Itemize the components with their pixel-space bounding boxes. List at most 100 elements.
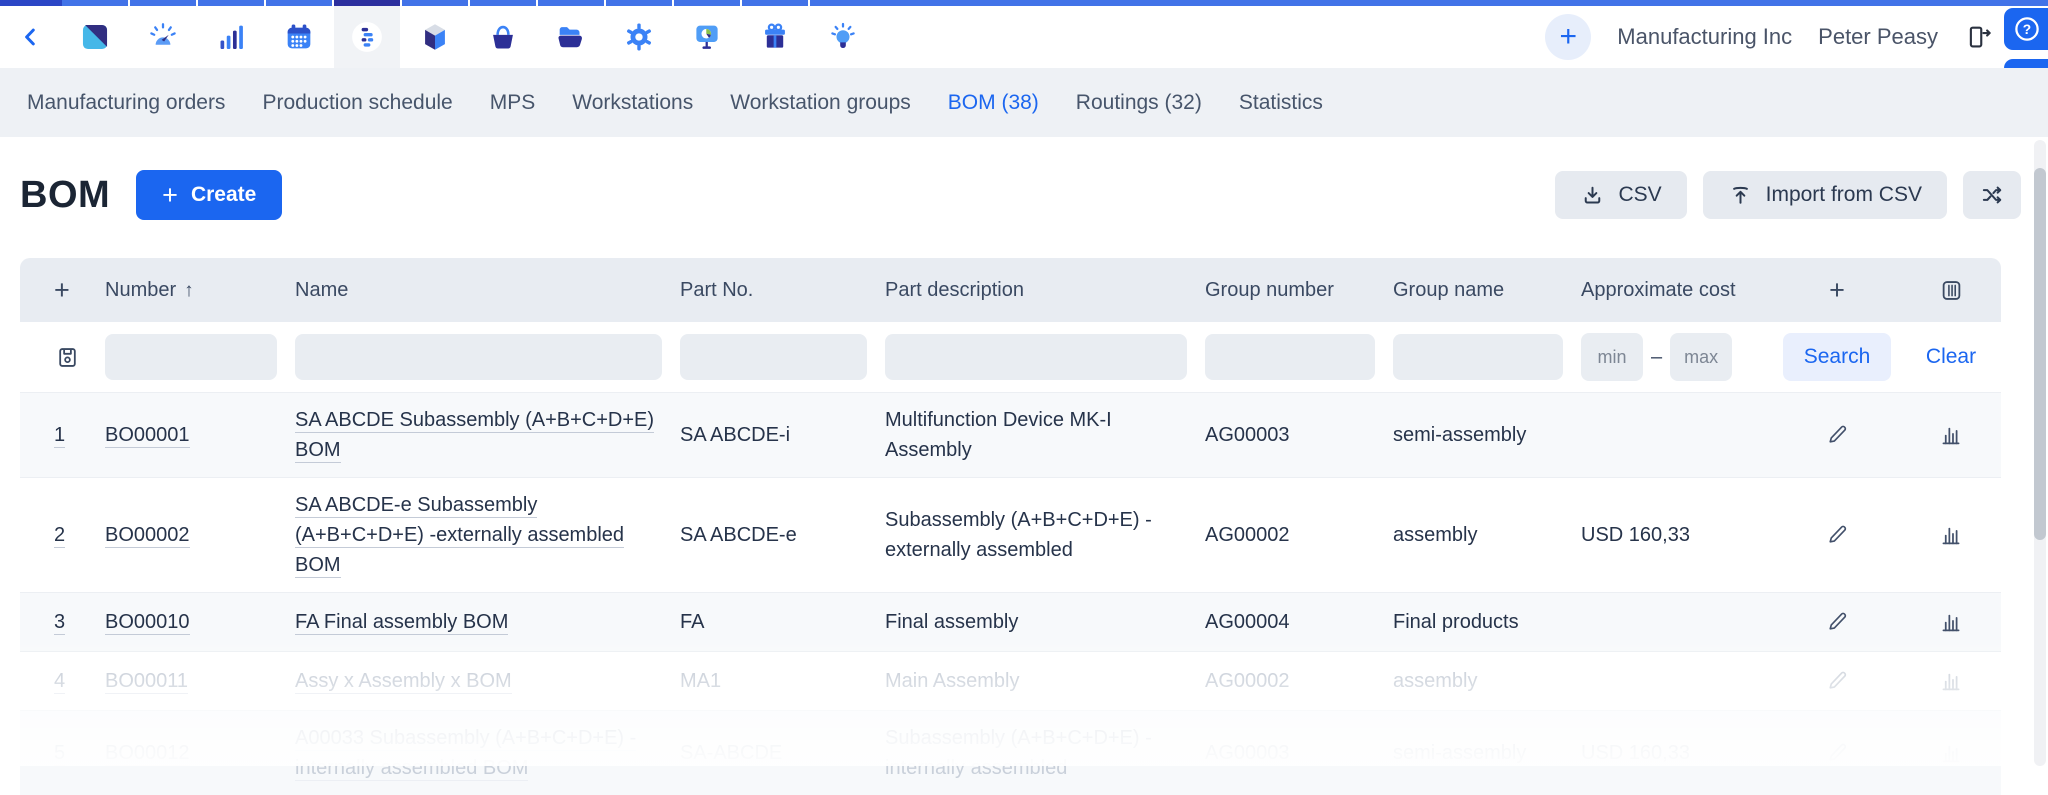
bom-number-link[interactable]: BO00001 [105, 424, 190, 448]
user-name[interactable]: Peter Peasy [1818, 24, 1938, 50]
shuffle-button[interactable] [1963, 171, 2021, 219]
chevron-left-icon [16, 22, 46, 52]
search-button[interactable]: Search [1783, 333, 1891, 381]
floppy-disk-icon [54, 344, 81, 371]
header-group-number[interactable]: Group number [1205, 279, 1393, 302]
header-approximate-cost[interactable]: Approximate cost [1581, 279, 1773, 302]
app-tab-procurement-basket[interactable] [470, 0, 536, 68]
nav-item-manufacturing-orders[interactable]: Manufacturing orders [27, 91, 225, 115]
save-filter-button[interactable] [54, 344, 81, 371]
csv-export-button[interactable]: CSV [1555, 171, 1687, 219]
app-tab-calendar[interactable] [266, 0, 332, 68]
edit-button[interactable] [1823, 739, 1851, 767]
bom-number-link[interactable]: BO00010 [105, 611, 190, 635]
clear-link[interactable]: Clear [1926, 345, 1976, 369]
part-no-cell: SA ABCDE-e [680, 524, 797, 546]
cost-min-input[interactable] [1581, 333, 1643, 381]
app-tab-demo-presentation[interactable] [674, 0, 740, 68]
stock-cube-icon [418, 20, 452, 54]
row-number-link[interactable]: 4 [54, 670, 66, 694]
app-tab-statistics-bars[interactable] [198, 0, 264, 68]
app-tab-app-logo[interactable] [62, 0, 128, 68]
bom-name-link[interactable]: SA ABCDE-e Subassembly (A+B+C+D+E) -exte… [295, 494, 625, 578]
filter-number-input[interactable] [105, 334, 277, 380]
stats-button[interactable] [1937, 739, 1965, 767]
row-number-link[interactable]: 1 [54, 424, 66, 448]
app-bar: + Manufacturing Inc Peter Peasy ? [0, 0, 2048, 101]
stats-button[interactable] [1937, 608, 1965, 636]
row-number-link[interactable]: 5 [54, 742, 66, 766]
create-button[interactable]: + Create [136, 170, 283, 220]
bom-number-link[interactable]: BO00012 [105, 742, 190, 766]
app-tab-settings-gear[interactable] [606, 0, 672, 68]
back-button[interactable] [0, 0, 62, 68]
filter-group-name-input[interactable] [1393, 334, 1563, 380]
nav-item-bom-38[interactable]: BOM (38) [948, 91, 1039, 115]
part-no-cell: SA ABCDE-i [680, 424, 791, 446]
group-name-cell: assembly [1393, 670, 1478, 692]
cost-max-input[interactable] [1670, 333, 1733, 381]
stats-button[interactable] [1937, 421, 1965, 449]
bom-number-link[interactable]: BO00011 [105, 670, 189, 694]
production-gantt-icon [350, 20, 384, 54]
part-description-cell: Multifunction Device MK-I Assembly [885, 409, 1112, 461]
edit-button[interactable] [1823, 421, 1851, 449]
header-name[interactable]: Name [295, 279, 680, 302]
app-tab-documents-folder[interactable] [538, 0, 604, 68]
edit-button[interactable] [1823, 521, 1851, 549]
app-tab-dashboard-gauge[interactable] [130, 0, 196, 68]
pencil-icon [1823, 421, 1851, 449]
header-part-description[interactable]: Part description [885, 279, 1205, 302]
download-icon [1580, 183, 1605, 208]
edit-button[interactable] [1823, 608, 1851, 636]
company-name[interactable]: Manufacturing Inc [1617, 24, 1792, 50]
row-number-link[interactable]: 2 [54, 524, 66, 548]
bom-name-link[interactable]: FA Final assembly BOM [295, 611, 509, 635]
nav-item-production-schedule[interactable]: Production schedule [262, 91, 452, 115]
header-part-no[interactable]: Part No. [680, 279, 885, 302]
stats-button[interactable] [1937, 667, 1965, 695]
svg-text:?: ? [2023, 22, 2031, 37]
help-button[interactable]: ? [2004, 8, 2048, 50]
app-tab-tips-lightbulb[interactable] [810, 0, 876, 68]
filter-part-no-input[interactable] [680, 334, 867, 380]
bom-number-link[interactable]: BO00002 [105, 524, 190, 548]
app-tab-stock-cube[interactable] [402, 0, 468, 68]
module-nav: Manufacturing orders Production schedule M… [0, 68, 2048, 137]
dashboard-gauge-icon [146, 20, 180, 54]
filter-name-input[interactable] [295, 334, 662, 380]
bom-name-link[interactable]: A00033 Subassembly (A+B+C+D+E) -internal… [295, 727, 637, 781]
app-tab-rewards-gift[interactable] [742, 0, 808, 68]
stats-button[interactable] [1937, 521, 1965, 549]
add-button[interactable]: + [1545, 14, 1592, 60]
app-tab-production-gantt[interactable] [334, 0, 400, 68]
bom-name-link[interactable]: SA ABCDE Subassembly (A+B+C+D+E) BOM [295, 409, 655, 463]
nav-item-statistics[interactable]: Statistics [1239, 91, 1323, 115]
group-number-cell: AG00004 [1205, 611, 1290, 633]
nav-item-workstation-groups[interactable]: Workstation groups [730, 91, 911, 115]
approximate-cost-cell [1581, 610, 1773, 634]
vertical-scrollbar-thumb[interactable] [2034, 168, 2046, 540]
columns-button[interactable] [1938, 277, 1965, 304]
header-group-name[interactable]: Group name [1393, 279, 1581, 302]
part-no-cell: SA-ABCDE [680, 742, 783, 764]
logout-button[interactable] [1964, 22, 1994, 52]
part-no-cell: FA [680, 611, 705, 633]
edit-button[interactable] [1823, 667, 1851, 695]
filter-part-description-input[interactable] [885, 334, 1187, 380]
row-number-link[interactable]: 3 [54, 611, 66, 635]
nav-item-workstations[interactable]: Workstations [572, 91, 693, 115]
expand-all-plus-icon[interactable]: + [20, 275, 105, 306]
header-number[interactable]: Number ↑ [105, 279, 295, 302]
add-column-plus-icon[interactable]: + [1773, 275, 1901, 306]
bom-name-link[interactable]: Assy x Assembly x BOM [295, 670, 512, 694]
nav-item-mps[interactable]: MPS [490, 91, 536, 115]
plus-icon: + [1559, 20, 1578, 53]
part-description-cell: Subassembly (A+B+C+D+E) - internally ass… [885, 727, 1152, 779]
question-mark-icon: ? [2012, 14, 2042, 44]
import-csv-button[interactable]: Import from CSV [1702, 171, 1947, 219]
nav-item-routings-32[interactable]: Routings (32) [1076, 91, 1202, 115]
filter-group-number-input[interactable] [1205, 334, 1375, 380]
table-row: 5 BO00012 A00033 Subassembly (A+B+C+D+E) -… [20, 710, 2001, 795]
group-number-cell: AG00003 [1205, 424, 1290, 446]
